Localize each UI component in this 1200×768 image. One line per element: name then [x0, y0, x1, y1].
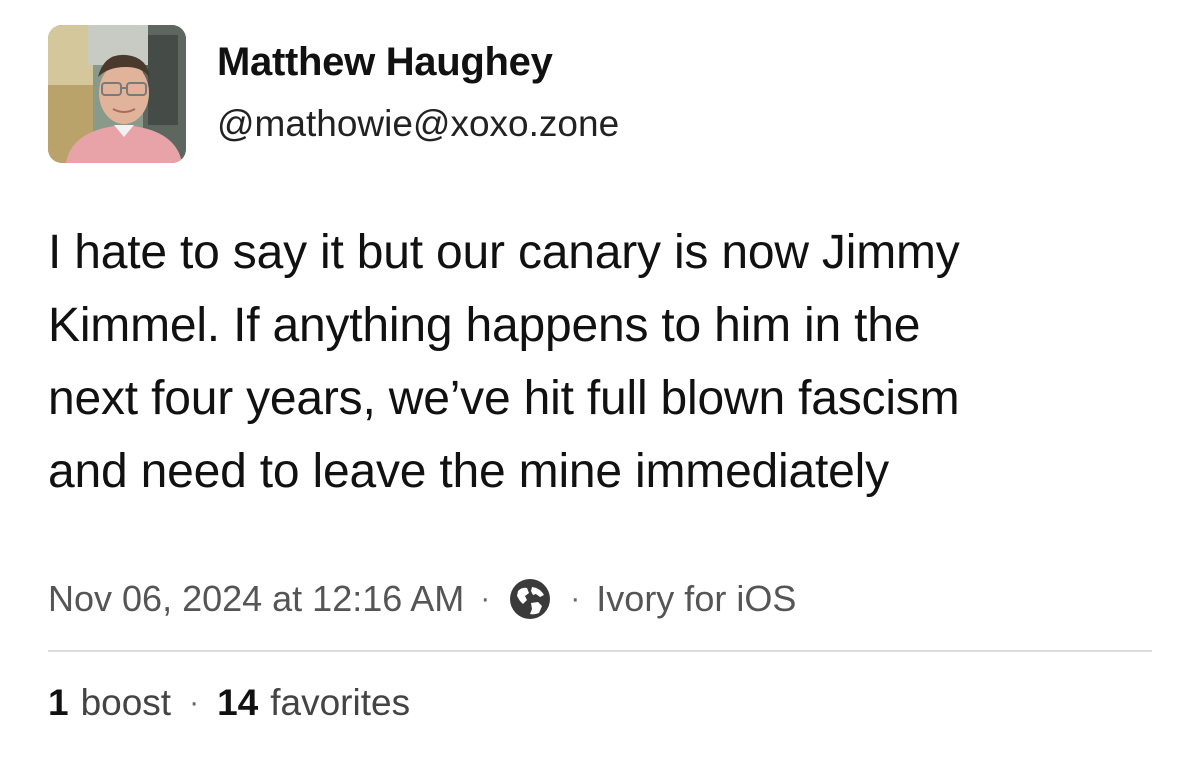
boosts-link[interactable]: 1 boost	[48, 678, 171, 728]
post-header: Matthew Haughey @mathowie@xoxo.zone	[48, 25, 619, 163]
author-info: Matthew Haughey @mathowie@xoxo.zone	[217, 25, 619, 145]
divider	[48, 650, 1152, 652]
post-client[interactable]: Ivory for iOS	[596, 574, 796, 624]
post-detail: Matthew Haughey @mathowie@xoxo.zone I ha…	[0, 0, 1200, 768]
author-display-name[interactable]: Matthew Haughey	[217, 39, 619, 85]
author-handle[interactable]: @mathowie@xoxo.zone	[217, 103, 619, 145]
stats-separator: ·	[189, 686, 200, 719]
boosts-label: boost	[80, 682, 172, 723]
avatar[interactable]	[48, 25, 186, 163]
meta-separator: ·	[480, 582, 491, 615]
avatar-photo	[48, 25, 186, 163]
post-meta: Nov 06, 2024 at 12:16 AM · · Ivory for i…	[48, 574, 796, 624]
post-content: I hate to say it but our canary is now J…	[48, 226, 960, 498]
globe-icon[interactable]	[506, 575, 554, 623]
favorites-count: 14	[217, 682, 259, 723]
boosts-count: 1	[48, 682, 69, 723]
favorites-link[interactable]: 14 favorites	[217, 678, 410, 728]
meta-separator-2: ·	[570, 582, 581, 615]
post-stats: 1 boost · 14 favorites	[48, 678, 410, 728]
favorites-label: favorites	[270, 682, 411, 723]
post-timestamp[interactable]: Nov 06, 2024 at 12:16 AM	[48, 574, 464, 624]
